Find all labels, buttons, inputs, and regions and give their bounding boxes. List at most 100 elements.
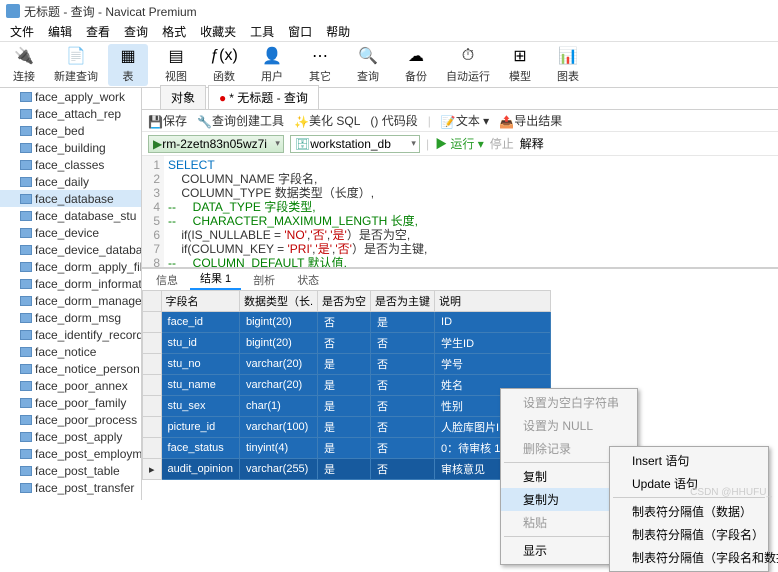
code-snippet-button[interactable]: () 代码段 <box>370 112 417 129</box>
sidebar-item[interactable]: face_building <box>0 139 141 156</box>
cell[interactable]: stu_sex <box>161 396 239 417</box>
context-submenu[interactable]: Insert 语句Update 语句制表符分隔值（数据）制表符分隔值（字段名）制… <box>609 446 769 572</box>
cell[interactable]: stu_name <box>161 375 239 396</box>
cell[interactable]: varchar(255) <box>239 459 317 480</box>
cell[interactable]: 否 <box>371 396 435 417</box>
cell[interactable]: 否 <box>371 459 435 480</box>
row-header[interactable]: ▸ <box>143 459 162 480</box>
cell[interactable]: varchar(20) <box>239 354 317 375</box>
cell[interactable]: varchar(100) <box>239 417 317 438</box>
sidebar-item[interactable]: face_poor_family <box>0 394 141 411</box>
sidebar-item[interactable]: face_classes <box>0 156 141 173</box>
menu-item[interactable]: 帮助 <box>320 21 356 42</box>
text-mode-button[interactable]: 📝文本 ▾ <box>441 112 489 129</box>
cell[interactable]: 是 <box>318 417 371 438</box>
row-header[interactable] <box>143 396 162 417</box>
result-tab[interactable]: 剖析 <box>243 270 285 290</box>
cell[interactable]: 否 <box>371 375 435 396</box>
menu-item[interactable]: Insert 语句 <box>610 449 768 472</box>
cell[interactable]: face_id <box>161 312 239 333</box>
cell[interactable]: 是 <box>371 312 435 333</box>
column-header[interactable]: 说明 <box>435 291 551 312</box>
cell[interactable]: 否 <box>371 438 435 459</box>
toolbar-模型[interactable]: ⊞模型 <box>500 44 540 86</box>
sidebar-item[interactable]: face_post_transfer <box>0 479 141 496</box>
menu-item[interactable]: 制表符分隔值（字段名） <box>610 523 768 546</box>
cell[interactable]: audit_opinion <box>161 459 239 480</box>
cell[interactable]: 否 <box>318 312 371 333</box>
row-header[interactable] <box>143 375 162 396</box>
column-header[interactable]: 字段名 <box>161 291 239 312</box>
toolbar-自动运行[interactable]: ⏱自动运行 <box>444 44 492 86</box>
sidebar-item[interactable]: face_dorm_manager <box>0 292 141 309</box>
menu-item[interactable]: 格式 <box>156 21 192 42</box>
toolbar-新建查询[interactable]: 📄新建查询 <box>52 44 100 86</box>
cell[interactable]: ID <box>435 312 551 333</box>
row-header[interactable] <box>143 312 162 333</box>
menu-item[interactable]: 窗口 <box>282 21 318 42</box>
explain-button[interactable]: 解释 <box>520 135 544 152</box>
toolbar-图表[interactable]: 📊图表 <box>548 44 588 86</box>
column-header[interactable]: 是否为主键 <box>371 291 435 312</box>
cell[interactable]: stu_no <box>161 354 239 375</box>
sidebar-item[interactable]: face_daily <box>0 173 141 190</box>
cell[interactable]: stu_id <box>161 333 239 354</box>
result-tab[interactable]: 结果 1 <box>190 268 241 290</box>
cell[interactable]: 否 <box>318 333 371 354</box>
sidebar-item[interactable]: face_dorm_apply_file <box>0 258 141 275</box>
database-select[interactable]: 🗄 workstation_db <box>290 135 420 153</box>
tab[interactable]: ●* 无标题 - 查询 <box>208 85 319 109</box>
sql-editor[interactable]: 123456789 SELECT COLUMN_NAME 字段名, COLUMN… <box>142 156 778 268</box>
cell[interactable]: 是 <box>318 438 371 459</box>
code-area[interactable]: SELECT COLUMN_NAME 字段名, COLUMN_TYPE 数据类型… <box>164 156 778 267</box>
cell[interactable]: 否 <box>371 417 435 438</box>
menu-item[interactable]: 查询 <box>118 21 154 42</box>
cell[interactable]: picture_id <box>161 417 239 438</box>
toolbar-备份[interactable]: ☁备份 <box>396 44 436 86</box>
result-tab[interactable]: 信息 <box>146 270 188 290</box>
menu-item[interactable]: 查看 <box>80 21 116 42</box>
cell[interactable]: 是 <box>318 459 371 480</box>
menu-item[interactable]: 文件 <box>4 21 40 42</box>
cell[interactable]: 学号 <box>435 354 551 375</box>
column-header[interactable]: 是否为空 <box>318 291 371 312</box>
sidebar-item[interactable]: face_identify_record <box>0 326 141 343</box>
run-button[interactable]: ▶ 运行 ▾ <box>435 135 484 152</box>
menu-item[interactable]: 收藏夹 <box>194 21 242 42</box>
sidebar-item[interactable]: face_notice_person <box>0 360 141 377</box>
sidebar-item[interactable]: face_poor_annex <box>0 377 141 394</box>
toolbar-视图[interactable]: ▤视图 <box>156 44 196 86</box>
row-header[interactable] <box>143 333 162 354</box>
toolbar-表[interactable]: ▦表 <box>108 44 148 86</box>
save-button[interactable]: 💾保存 <box>148 112 187 129</box>
menu-item[interactable]: 制表符分隔值（字段名和数据） <box>610 546 768 569</box>
cell[interactable]: 是 <box>318 375 371 396</box>
toolbar-函数[interactable]: ƒ(x)函数 <box>204 44 244 86</box>
row-header[interactable] <box>143 354 162 375</box>
sidebar-item[interactable]: face_notice <box>0 343 141 360</box>
cell[interactable]: char(1) <box>239 396 317 417</box>
sidebar-item[interactable]: face_record_workstudy <box>0 496 141 500</box>
server-select[interactable]: ▶ rm-2zetn83n05wz7i <box>148 135 284 153</box>
sidebar-item[interactable]: face_apply_work <box>0 88 141 105</box>
sidebar-item[interactable]: face_dorm_information <box>0 275 141 292</box>
cell[interactable]: face_status <box>161 438 239 459</box>
sidebar-item[interactable]: face_device <box>0 224 141 241</box>
cell[interactable]: tinyint(4) <box>239 438 317 459</box>
sidebar-item[interactable]: face_post_apply <box>0 428 141 445</box>
cell[interactable]: 否 <box>371 333 435 354</box>
toolbar-连接[interactable]: 🔌连接 <box>4 44 44 86</box>
tab[interactable]: 对象 <box>160 85 206 109</box>
sidebar-item[interactable]: face_device_database <box>0 241 141 258</box>
row-header[interactable] <box>143 438 162 459</box>
toolbar-查询[interactable]: 🔍查询 <box>348 44 388 86</box>
cell[interactable]: 否 <box>371 354 435 375</box>
sidebar-item[interactable]: face_database <box>0 190 141 207</box>
cell[interactable]: 是 <box>318 396 371 417</box>
cell[interactable]: bigint(20) <box>239 333 317 354</box>
sidebar-item[interactable]: face_dorm_msg <box>0 309 141 326</box>
column-header[interactable]: 数据类型（长. <box>239 291 317 312</box>
sidebar-item[interactable]: face_bed <box>0 122 141 139</box>
query-builder-button[interactable]: 🔧查询创建工具 <box>197 112 284 129</box>
sidebar-item[interactable]: face_poor_process <box>0 411 141 428</box>
